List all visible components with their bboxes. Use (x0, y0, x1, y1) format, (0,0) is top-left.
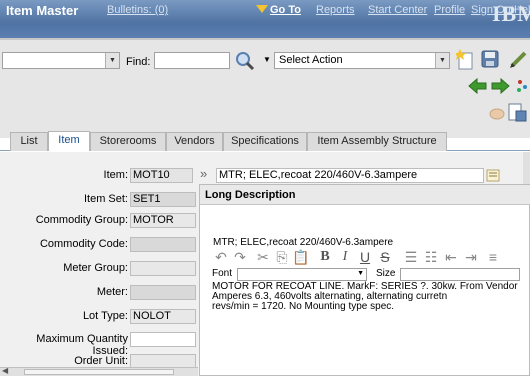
edit-pen-icon[interactable] (508, 49, 530, 69)
disabled-tool-icon (489, 108, 505, 120)
select-action-label: Select Action (279, 54, 343, 66)
scroll-left-icon[interactable]: ◀ (2, 366, 8, 375)
align-left-icon[interactable]: ≡ (484, 247, 502, 267)
toolbar-action-icon[interactable] (515, 78, 530, 94)
underline-icon[interactable]: U (356, 247, 374, 267)
report-icon[interactable] (508, 103, 528, 122)
search-icon[interactable] (234, 51, 256, 71)
strikethrough-icon[interactable]: S (376, 247, 394, 267)
start-center-link[interactable]: Start Center (368, 4, 427, 16)
lot-type-field[interactable]: NOLOT (130, 309, 196, 324)
chevron-down-icon: ▼ (357, 270, 364, 277)
scrollbar-thumb[interactable] (24, 369, 174, 375)
commodity-code-field (130, 237, 196, 252)
editor-toolbar: ↶ ↷ ✂ ⎘ 📋 B I U S ☰ ☷ ⇤ ⇥ ≡ (212, 247, 530, 268)
select-action-dropdown[interactable]: Select Action ▼ (274, 52, 450, 69)
bulletins-link[interactable]: Bulletins: (0) (107, 4, 168, 16)
goto-menu[interactable]: Go To (270, 4, 301, 16)
italic-icon[interactable]: I (336, 247, 354, 267)
paste-icon[interactable]: 📋 (292, 247, 310, 267)
size-label: Size (376, 268, 396, 279)
previous-record-icon[interactable] (468, 78, 488, 94)
meter-group-label: Meter Group: (63, 262, 128, 274)
horizontal-scrollbar[interactable]: ◀ (0, 366, 198, 376)
description-field[interactable]: MTR; ELEC,recoat 220/460V-6.3ampere (216, 168, 484, 183)
meter-group-field[interactable] (130, 261, 196, 276)
app-title: Item Master (6, 3, 79, 18)
commodity-code-label: Commodity Code: (39, 238, 128, 250)
search-options-chevron-icon[interactable]: ▼ (263, 55, 271, 64)
item-label: Item: (103, 169, 128, 181)
profile-link[interactable]: Profile (434, 4, 465, 16)
tab-bar: List Item Storerooms Vendors Specificati… (0, 127, 530, 151)
max-quantity-issued-field[interactable] (130, 332, 196, 347)
redo-icon[interactable]: ↷ (231, 247, 249, 267)
item-field[interactable]: MOT10 (130, 168, 193, 183)
commodity-group-field[interactable]: MOTOR (130, 213, 196, 228)
item-set-label: Item Set: (83, 193, 128, 205)
size-select[interactable] (400, 268, 520, 281)
cut-icon[interactable]: ✂ (254, 247, 272, 267)
indent-icon[interactable]: ⇥ (462, 247, 480, 267)
order-unit-label: Order Unit: (74, 355, 128, 367)
tab-item[interactable]: Item (48, 131, 90, 151)
bold-icon[interactable]: B (316, 247, 334, 267)
undo-icon[interactable]: ↶ (212, 247, 230, 267)
meter-field (130, 285, 196, 300)
editor-line: revs/min = 1720. No Mounting type spec. (212, 301, 395, 312)
max-quantity-issued-label: Maximum Quantity Issued: (36, 333, 128, 357)
tab-item-assembly-structure[interactable]: Item Assembly Structure (307, 132, 447, 151)
unordered-list-icon[interactable]: ☷ (422, 247, 440, 267)
editor-body[interactable]: MOTOR FOR RECOAT LINE. MarkF: SERIES ?. … (212, 282, 530, 312)
commodity-group-label: Commodity Group: (35, 214, 128, 226)
long-description-icon[interactable] (486, 167, 502, 183)
reports-link[interactable]: Reports (316, 4, 355, 16)
ordered-list-icon[interactable]: ☰ (402, 247, 420, 267)
tab-list[interactable]: List (10, 132, 48, 151)
lot-type-label: Lot Type: (82, 310, 128, 322)
dialog-title: Long Description (200, 185, 530, 205)
app-header: Item Master Bulletins: (0) Go To Reports… (0, 0, 530, 38)
font-row: Font ▼ Size (212, 268, 530, 282)
ibm-logo: IBM (492, 1, 530, 26)
new-record-icon[interactable] (456, 49, 476, 71)
outdent-icon[interactable]: ⇤ (442, 247, 460, 267)
font-select[interactable]: ▼ (237, 268, 367, 281)
goto-arrow-icon (256, 5, 268, 13)
query-select[interactable]: ▼ (2, 52, 120, 69)
copy-icon[interactable]: ⎘ (273, 247, 291, 267)
tab-storerooms[interactable]: Storerooms (90, 132, 166, 151)
chevron-down-icon: ▼ (435, 53, 449, 68)
font-label: Font (212, 268, 233, 279)
double-chevron-icon[interactable]: » (200, 166, 207, 181)
chevron-down-icon: ▼ (105, 53, 119, 68)
find-input[interactable] (154, 52, 230, 69)
item-set-field: SET1 (130, 192, 196, 207)
find-label: Find: (126, 56, 151, 68)
next-record-icon[interactable] (490, 78, 510, 94)
toolbar-divider (0, 38, 530, 40)
tab-specifications[interactable]: Specifications (223, 132, 307, 151)
long-description-dialog: Long Description MTR; ELEC,recoat 220/46… (199, 184, 530, 376)
tab-vendors[interactable]: Vendors (166, 132, 223, 151)
save-icon[interactable] (481, 50, 499, 68)
meter-label: Meter: (96, 286, 128, 298)
